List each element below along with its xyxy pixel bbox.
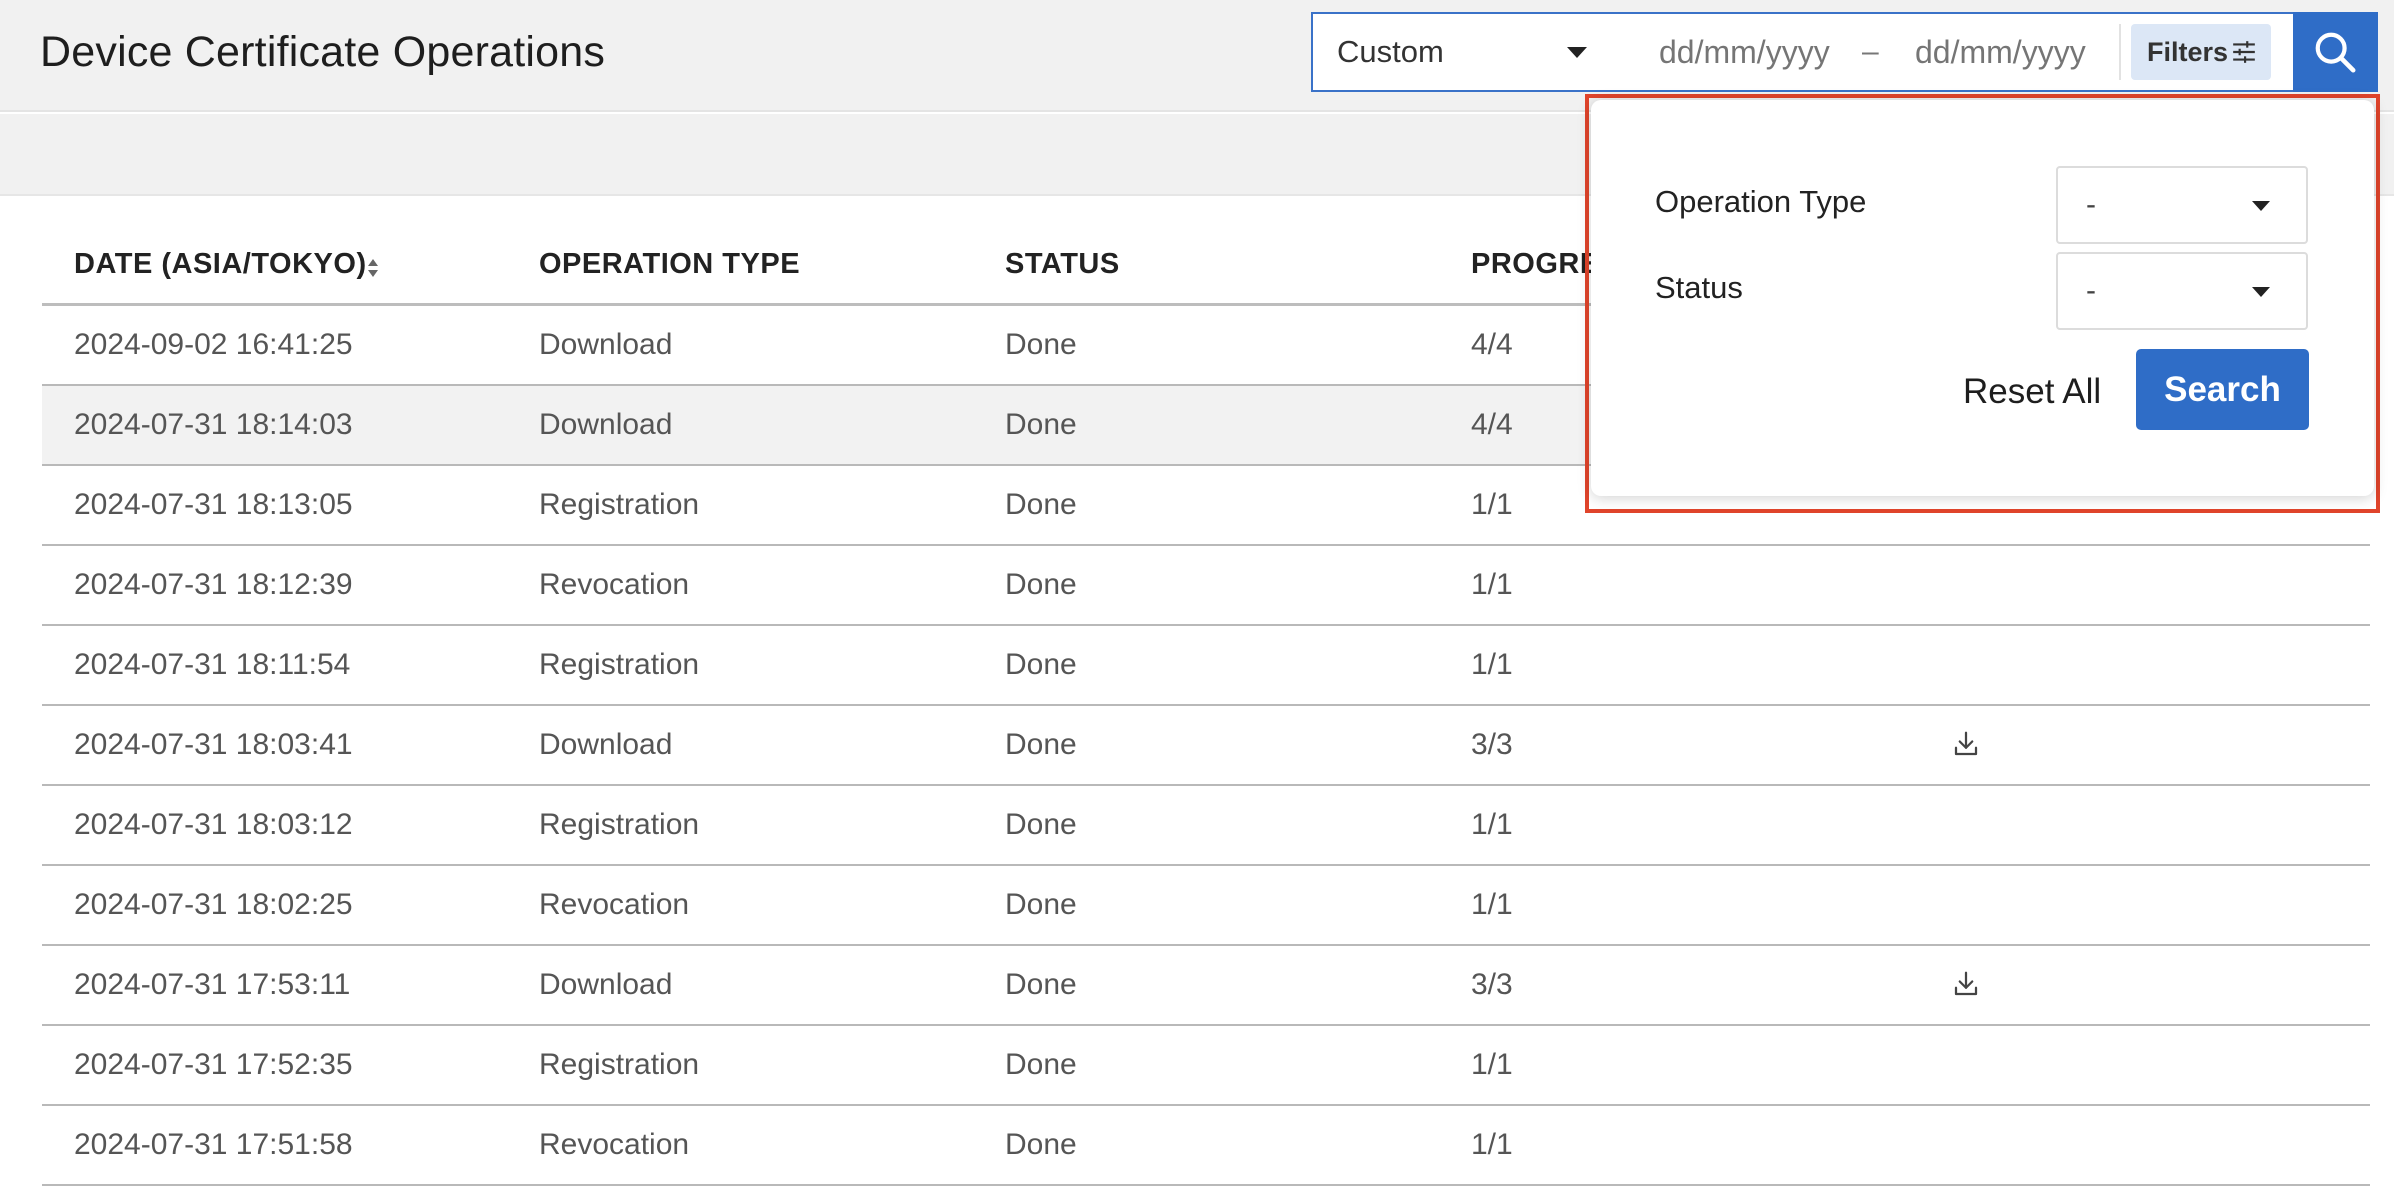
status-select-value: - (2086, 274, 2096, 307)
cell-progress: 4/4 (1471, 328, 1513, 361)
chevron-down-icon (2252, 201, 2270, 211)
column-header-status: STATUS (1005, 248, 1120, 280)
table-row[interactable]: 2024-07-31 17:52:35 Registration Done 1/1 (42, 1026, 2370, 1106)
cell-date: 2024-07-31 17:53:11 (74, 968, 351, 1001)
cell-date: 2024-07-31 18:11:54 (74, 648, 351, 681)
cell-date: 2024-09-02 16:41:25 (74, 328, 353, 361)
table-row[interactable]: 2024-07-31 18:11:54 Registration Done 1/1 (42, 626, 2370, 706)
filter-popover: Operation Type - Status - Reset All Sear… (1591, 100, 2374, 496)
cell-operation-type: Registration (539, 648, 700, 681)
cell-date: 2024-07-31 17:51:58 (74, 1128, 353, 1161)
chevron-down-icon (1567, 47, 1587, 58)
filters-button[interactable]: Filters (2131, 24, 2271, 80)
cell-date: 2024-07-31 18:02:25 (74, 888, 353, 921)
table-row[interactable]: 2024-07-31 18:02:25 Revocation Done 1/1 (42, 866, 2370, 946)
cell-progress: 4/4 (1471, 408, 1513, 441)
table-row[interactable]: 2024-07-31 18:03:12 Registration Done 1/1 (42, 786, 2370, 866)
cell-date: 2024-07-31 18:03:12 (74, 808, 353, 841)
cell-operation-type: Download (539, 728, 673, 761)
cell-progress: 1/1 (1471, 1128, 1513, 1161)
cell-status: Done (1005, 328, 1077, 361)
cell-progress: 1/1 (1471, 648, 1513, 681)
table-row[interactable]: 2024-07-31 18:03:41 Download Done 3/3 (42, 706, 2370, 786)
cell-status: Done (1005, 1048, 1077, 1081)
sliders-icon (2233, 41, 2255, 63)
cell-date: 2024-07-31 17:52:35 (74, 1048, 353, 1081)
column-header-date[interactable]: DATE (ASIA/TOKYO) (74, 248, 367, 281)
operation-type-label: Operation Type (1655, 184, 1867, 219)
cell-date: 2024-07-31 18:12:39 (74, 568, 353, 601)
date-from-input[interactable] (1659, 14, 1859, 90)
cell-progress: 1/1 (1471, 488, 1513, 521)
operation-type-select-value: - (2086, 188, 2096, 221)
cell-operation-type: Revocation (539, 568, 690, 601)
cell-progress: 1/1 (1471, 888, 1513, 921)
page-title: Device Certificate Operations (40, 28, 606, 76)
search-button[interactable] (2293, 12, 2378, 92)
cell-operation-type: Download (539, 968, 673, 1001)
download-icon[interactable] (1951, 969, 1981, 999)
cell-status: Done (1005, 808, 1077, 841)
cell-date: 2024-07-31 18:03:41 (74, 728, 353, 761)
date-separator: – (1862, 35, 1879, 68)
cell-status: Done (1005, 488, 1077, 521)
cell-status: Done (1005, 1128, 1077, 1161)
cell-status: Done (1005, 888, 1077, 921)
status-select[interactable]: - (2056, 252, 2308, 330)
cell-status: Done (1005, 968, 1077, 1001)
reset-all-button[interactable]: Reset All (1963, 372, 2101, 412)
period-select[interactable]: Custom (1313, 14, 1613, 90)
cell-progress: 3/3 (1471, 968, 1513, 1001)
cell-status: Done (1005, 408, 1077, 441)
download-icon[interactable] (1951, 729, 1981, 759)
page: Device Certificate Operations Custom – F… (0, 0, 2394, 1198)
cell-operation-type: Revocation (539, 1128, 690, 1161)
search-filter-bar: Custom – Filters (1311, 12, 2378, 92)
date-to-input[interactable] (1915, 14, 2115, 90)
table-row[interactable]: 2024-07-31 17:51:58 Revocation Done 1/1 (42, 1106, 2370, 1186)
period-select-value: Custom (1337, 34, 1444, 69)
table-row[interactable]: 2024-07-31 18:12:39 Revocation Done 1/1 (42, 546, 2370, 626)
divider (2119, 24, 2121, 80)
cell-progress: 1/1 (1471, 808, 1513, 841)
cell-operation-type: Download (539, 328, 673, 361)
popover-search-button[interactable]: Search (2136, 349, 2309, 430)
cell-status: Done (1005, 648, 1077, 681)
cell-progress: 1/1 (1471, 1048, 1513, 1081)
column-header-operation-type: OPERATION TYPE (539, 248, 801, 280)
sort-icon[interactable] (366, 256, 380, 280)
operation-type-select[interactable]: - (2056, 166, 2308, 244)
search-icon (2315, 32, 2356, 73)
cell-date: 2024-07-31 18:13:05 (74, 488, 353, 521)
status-label: Status (1655, 270, 1743, 305)
cell-date: 2024-07-31 18:14:03 (74, 408, 353, 441)
cell-operation-type: Revocation (539, 888, 690, 921)
filters-button-label: Filters (2147, 37, 2229, 67)
cell-operation-type: Registration (539, 1048, 700, 1081)
cell-operation-type: Registration (539, 488, 700, 521)
table-row[interactable]: 2024-07-31 17:53:11 Download Done 3/3 (42, 946, 2370, 1026)
cell-progress: 3/3 (1471, 728, 1513, 761)
cell-status: Done (1005, 568, 1077, 601)
cell-status: Done (1005, 728, 1077, 761)
cell-progress: 1/1 (1471, 568, 1513, 601)
chevron-down-icon (2252, 287, 2270, 297)
cell-operation-type: Registration (539, 808, 700, 841)
cell-operation-type: Download (539, 408, 673, 441)
